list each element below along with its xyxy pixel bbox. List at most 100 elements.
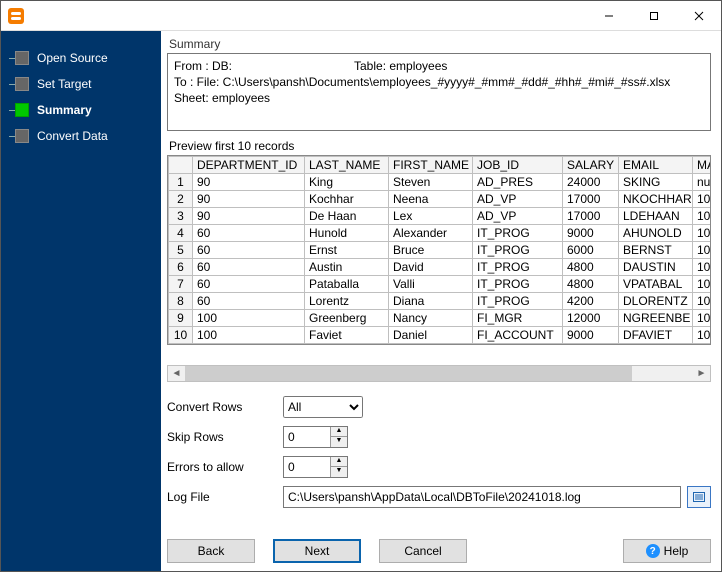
table-row[interactable]: 390De HaanLexAD_VP17000LDEHAAN100 — [169, 208, 712, 225]
table-cell: 24000 — [563, 174, 619, 191]
close-button[interactable] — [676, 1, 721, 30]
table-cell: 9000 — [563, 327, 619, 344]
table-cell: 103 — [693, 259, 712, 276]
errors-allow-spinner[interactable]: ▲▼ — [283, 456, 348, 478]
table-cell: Bruce — [389, 242, 473, 259]
summary-box: From : DB: Table: employees To : File: C… — [167, 53, 711, 131]
log-file-label: Log File — [167, 490, 277, 504]
table-cell: Valli — [389, 276, 473, 293]
errors-allow-input[interactable] — [284, 457, 330, 477]
scroll-left-icon[interactable]: ◄ — [168, 366, 185, 381]
table-row[interactable]: 860LorentzDianaIT_PROG4200DLORENTZ103 — [169, 293, 712, 310]
table-row[interactable]: 460HunoldAlexanderIT_PROG9000AHUNOLD102 — [169, 225, 712, 242]
table-row[interactable]: 560ErnstBruceIT_PROG6000BERNST103 — [169, 242, 712, 259]
table-cell: Alexander — [389, 225, 473, 242]
skip-rows-input[interactable] — [284, 427, 330, 447]
column-header[interactable]: FIRST_NAME — [389, 157, 473, 174]
horizontal-scrollbar[interactable]: ◄ ► — [167, 365, 711, 382]
cancel-button[interactable]: Cancel — [379, 539, 467, 563]
sidebar-item-summary[interactable]: Summary — [1, 97, 161, 123]
table-cell: IT_PROG — [473, 293, 563, 310]
table-cell: De Haan — [305, 208, 389, 225]
table-cell: VPATABAL — [619, 276, 693, 293]
sidebar-item-convert-data[interactable]: Convert Data — [1, 123, 161, 149]
scroll-right-icon[interactable]: ► — [693, 366, 710, 381]
window-controls — [586, 1, 721, 30]
table-cell: 6000 — [563, 242, 619, 259]
table-cell: AD_VP — [473, 191, 563, 208]
table-cell: DLORENTZ — [619, 293, 693, 310]
table-row[interactable]: 10100FavietDanielFI_ACCOUNT9000DFAVIET10… — [169, 327, 712, 344]
table-cell: NGREENBE — [619, 310, 693, 327]
summary-from-label: From : DB: — [174, 58, 354, 74]
table-cell: FI_ACCOUNT — [473, 327, 563, 344]
summary-heading: Summary — [167, 35, 711, 53]
table-cell: 100 — [193, 327, 305, 344]
scroll-thumb[interactable] — [185, 366, 632, 381]
table-row[interactable]: 9100GreenbergNancyFI_MGR12000NGREENBE101 — [169, 310, 712, 327]
table-cell: Faviet — [305, 327, 389, 344]
help-button[interactable]: ? Help — [623, 539, 711, 563]
column-header[interactable]: EMAIL — [619, 157, 693, 174]
log-file-browse-button[interactable] — [687, 486, 711, 508]
table-cell: AHUNOLD — [619, 225, 693, 242]
options-form: Convert Rows All Skip Rows ▲▼ Errors to … — [167, 396, 711, 508]
table-cell: 102 — [693, 225, 712, 242]
column-header[interactable]: JOB_ID — [473, 157, 563, 174]
table-cell: Kochhar — [305, 191, 389, 208]
summary-from-table: Table: employees — [354, 58, 447, 74]
table-cell: AD_VP — [473, 208, 563, 225]
table-cell: 4800 — [563, 276, 619, 293]
table-cell: 90 — [193, 174, 305, 191]
table-row[interactable]: 290KochharNeenaAD_VP17000NKOCHHAR100 — [169, 191, 712, 208]
skip-rows-spinner[interactable]: ▲▼ — [283, 426, 348, 448]
convert-rows-label: Convert Rows — [167, 400, 277, 414]
table-cell: 101 — [693, 310, 712, 327]
spin-up-icon[interactable]: ▲ — [331, 427, 347, 437]
log-file-input[interactable] — [283, 486, 681, 508]
sidebar-item-label: Convert Data — [37, 129, 108, 143]
column-header[interactable]: MANAG — [693, 157, 712, 174]
column-header[interactable]: SALARY — [563, 157, 619, 174]
sidebar-item-set-target[interactable]: Set Target — [1, 71, 161, 97]
table-cell: King — [305, 174, 389, 191]
table-row[interactable]: 660AustinDavidIT_PROG4800DAUSTIN103 — [169, 259, 712, 276]
scroll-track[interactable] — [185, 366, 693, 381]
row-number-cell: 2 — [169, 191, 193, 208]
table-cell: David — [389, 259, 473, 276]
row-number-cell: 6 — [169, 259, 193, 276]
table-cell: 60 — [193, 242, 305, 259]
table-cell: 60 — [193, 276, 305, 293]
column-header[interactable]: DEPARTMENT_ID — [193, 157, 305, 174]
table-row[interactable]: 190KingStevenAD_PRES24000SKINGnull — [169, 174, 712, 191]
table-cell: IT_PROG — [473, 225, 563, 242]
summary-to-line: To : File: C:\Users\pansh\Documents\empl… — [174, 74, 704, 106]
table-cell: 9000 — [563, 225, 619, 242]
wizard-footer: Back Next Cancel ? Help — [167, 527, 711, 563]
table-cell: 100 — [193, 310, 305, 327]
table-cell: 100 — [693, 191, 712, 208]
spin-down-icon[interactable]: ▼ — [331, 467, 347, 477]
step-icon — [15, 103, 29, 117]
table-cell: 90 — [193, 208, 305, 225]
convert-rows-select[interactable]: All — [283, 396, 363, 418]
errors-allow-label: Errors to allow — [167, 460, 277, 474]
table-cell: 100 — [693, 208, 712, 225]
row-number-cell: 3 — [169, 208, 193, 225]
minimize-button[interactable] — [586, 1, 631, 30]
spin-down-icon[interactable]: ▼ — [331, 437, 347, 447]
table-cell: 60 — [193, 225, 305, 242]
next-button[interactable]: Next — [273, 539, 361, 563]
table-cell: IT_PROG — [473, 259, 563, 276]
back-button[interactable]: Back — [167, 539, 255, 563]
table-cell: Lex — [389, 208, 473, 225]
column-header[interactable]: LAST_NAME — [305, 157, 389, 174]
maximize-button[interactable] — [631, 1, 676, 30]
table-row[interactable]: 760PataballaValliIT_PROG4800VPATABAL103 — [169, 276, 712, 293]
table-cell: FI_MGR — [473, 310, 563, 327]
sidebar-item-open-source[interactable]: Open Source — [1, 45, 161, 71]
table-cell: Ernst — [305, 242, 389, 259]
table-cell: 12000 — [563, 310, 619, 327]
row-number-cell: 7 — [169, 276, 193, 293]
spin-up-icon[interactable]: ▲ — [331, 457, 347, 467]
